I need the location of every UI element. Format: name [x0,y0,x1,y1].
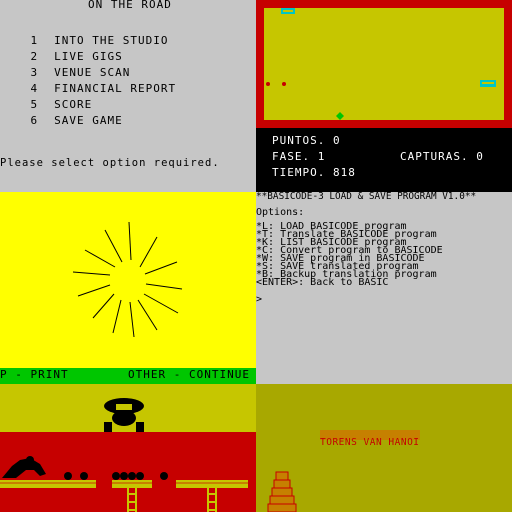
key-hint-bar: P - PRINT OTHER - CONTINUE [0,368,256,384]
menu-item-label: SAVE GAME [54,114,123,127]
sun-icon [72,221,183,338]
arena-floor [264,8,504,120]
select-prompt: Please select option required. [0,157,220,169]
arena-game-screen: PUNTOS. 0 FASE. 1 CAPTURAS. 0 TIEMPO. 81… [256,0,512,192]
girder-platform [0,480,248,488]
continue-hint: OTHER - CONTINUE [128,368,250,381]
dot-icon [282,82,286,86]
sun-drawing-screen: P - PRINT OTHER - CONTINUE [0,192,256,384]
boss-creature-icon [104,398,144,432]
puntos-label: PUNTOS. 0 [272,134,341,147]
print-hint: P - PRINT [0,368,69,381]
tiempo-label: TIEMPO. 818 [272,166,356,179]
menu-item-number: 6 [30,114,39,127]
command-cursor[interactable]: > [256,294,262,305]
hanoi-screen: TORENS VAN HANOI [256,384,512,512]
menu-title: ON THE ROAD [88,0,172,11]
barrel-icon [80,472,88,480]
arena-playfield [256,0,512,128]
basicode-title: **BASICODE-3 LOAD & SAVE PROGRAM V1.0** [256,192,477,202]
barrel-icon [136,472,144,480]
creature-icon [281,8,295,14]
barrel-icon [120,472,128,480]
basicode-screen: **BASICODE-3 LOAD & SAVE PROGRAM V1.0** … [256,192,512,384]
capturas-label: CAPTURAS. 0 [400,150,484,163]
platform-game-screen [0,384,256,512]
option-back-to-basic[interactable]: <ENTER>: Back to BASIC [256,278,388,288]
menu-screen: ON THE ROAD 1 INTO THE STUDIO 2 LIVE GIGS … [0,0,256,192]
hanoi-title-banner: TORENS VAN HANOI [320,430,420,448]
dot-icon [266,82,270,86]
hanoi-title: TORENS VAN HANOI [320,437,420,448]
menu-item-6[interactable]: 6 SAVE GAME [0,101,123,140]
barrel-icon [128,472,136,480]
fase-label: FASE. 1 [272,150,326,163]
barrel-icon [64,472,72,480]
options-label: Options: [256,207,305,218]
barrel-icon [112,472,120,480]
platform-scene [0,398,256,512]
barrel-icon [160,472,168,480]
hanoi-tower-icon [267,471,297,512]
creature-icon [480,80,496,87]
